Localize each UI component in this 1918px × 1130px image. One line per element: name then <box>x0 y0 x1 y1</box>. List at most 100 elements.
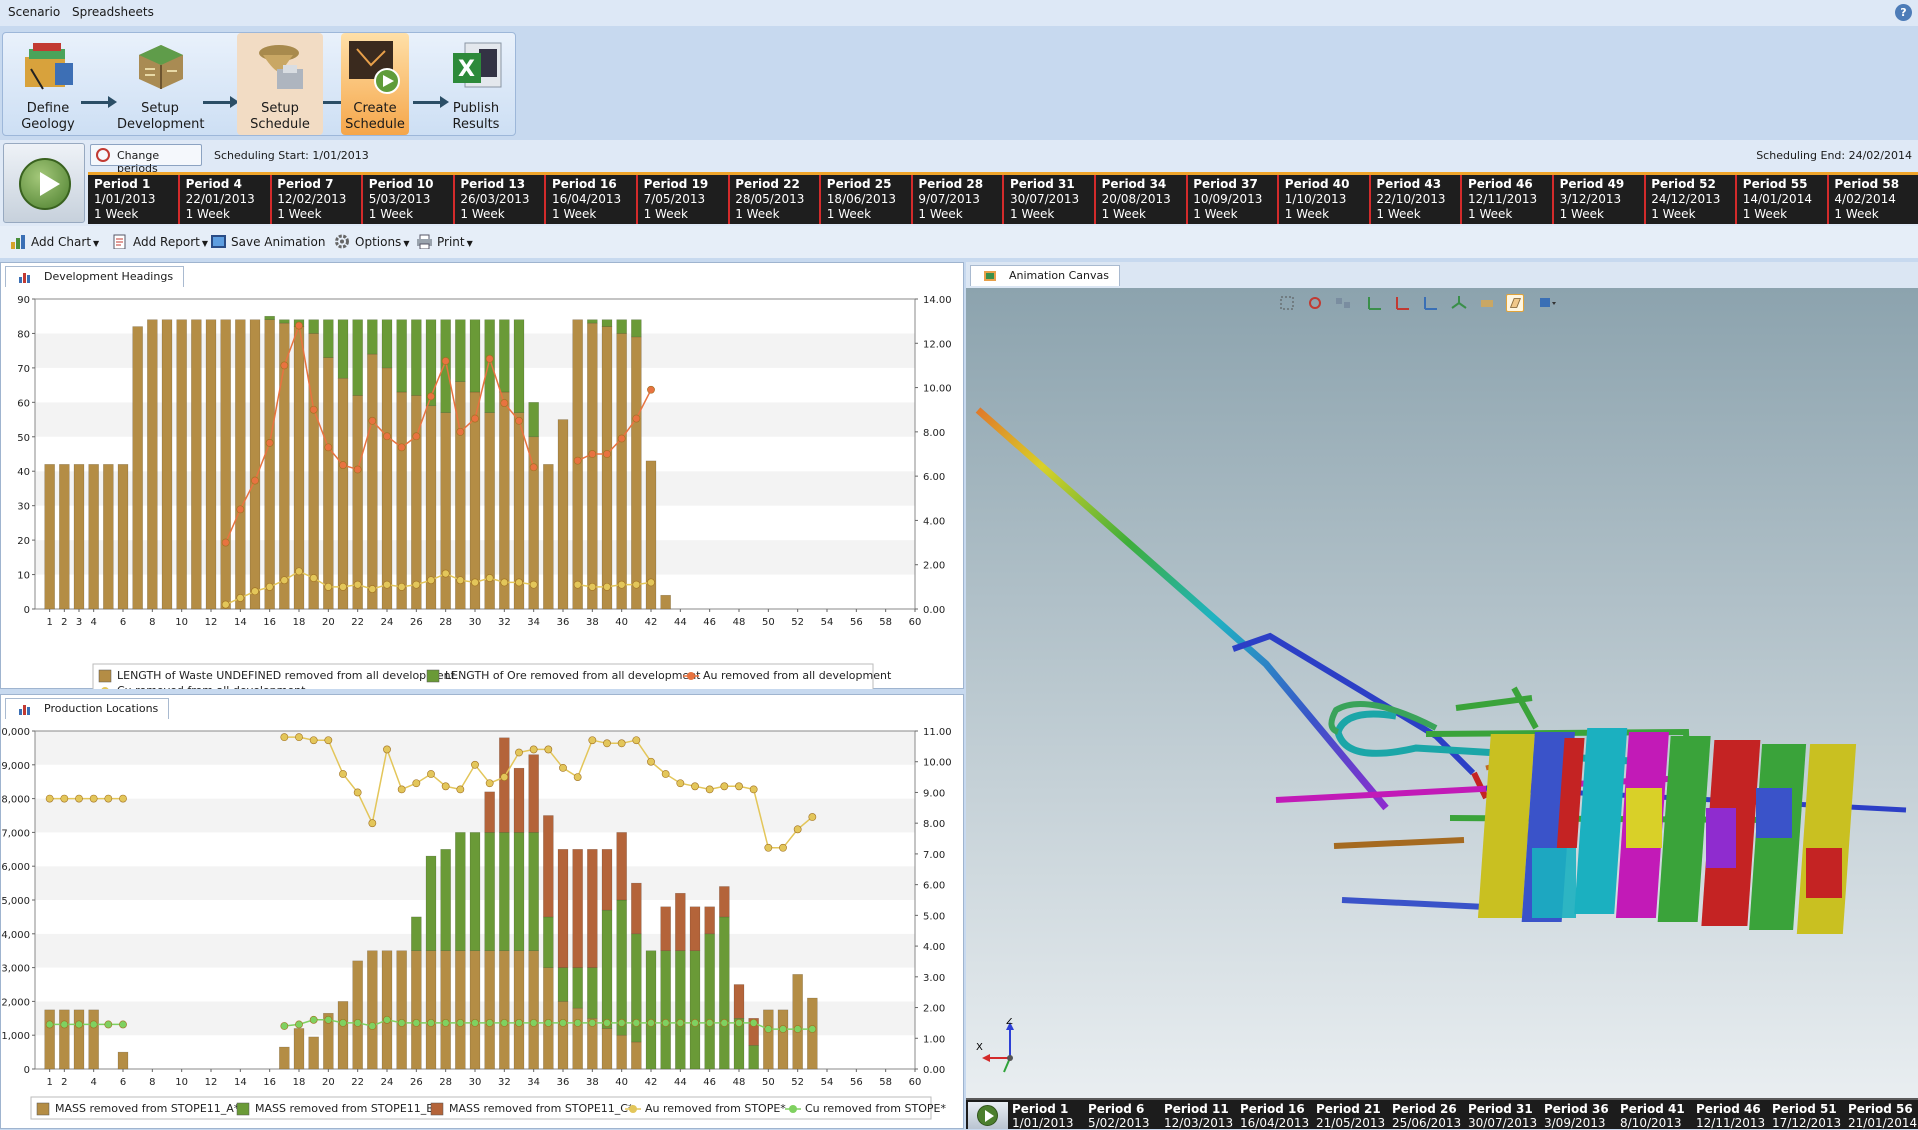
save-animation-button[interactable]: Save Animation <box>210 234 325 249</box>
period-item[interactable]: Period 7 12/02/2013 1 Week <box>271 175 364 224</box>
timeline-period[interactable]: Period 26 25/06/2013 <box>1392 1102 1468 1130</box>
data-point <box>793 825 802 834</box>
animation-play-button[interactable] <box>968 1102 1008 1129</box>
print-button[interactable]: Print ▼ <box>416 234 473 249</box>
timeline-period[interactable]: Period 56 21/01/2014 <box>1848 1102 1918 1130</box>
solid-view-icon[interactable] <box>1478 294 1496 312</box>
bar <box>440 319 451 413</box>
tab-development-headings[interactable]: Development Headings <box>5 266 185 287</box>
data-point <box>383 1015 391 1024</box>
zoom-extents-icon[interactable] <box>1278 294 1296 312</box>
tab-animation-canvas[interactable]: Animation Canvas <box>970 265 1120 286</box>
timeline-period[interactable]: Period 1 1/01/2013 <box>1012 1102 1088 1130</box>
step-setup-development[interactable]: Setup Development <box>117 33 205 135</box>
step-label-2: Geology <box>21 117 75 132</box>
bar <box>484 791 495 833</box>
timeline-date: 12/11/2013 <box>1696 1116 1766 1130</box>
timeline-date: 5/02/2013 <box>1088 1116 1150 1130</box>
timeline-period[interactable]: Period 11 12/03/2013 <box>1164 1102 1240 1130</box>
timeline-period[interactable]: Period 31 30/07/2013 <box>1468 1102 1544 1130</box>
step-setup-schedule[interactable]: Setup Schedule <box>237 33 323 135</box>
data-point <box>75 1020 83 1029</box>
period-item[interactable]: Period 25 18/06/2013 1 Week <box>821 175 913 224</box>
period-item[interactable]: Period 1 1/01/2013 1 Week <box>88 175 180 224</box>
timeline-period[interactable]: Period 36 3/09/2013 <box>1544 1102 1620 1130</box>
3d-viewport[interactable]: Z X <box>966 288 1918 1098</box>
add-chart-button[interactable]: Add Chart ▼ <box>10 234 99 249</box>
wireframe-view-icon[interactable] <box>1506 294 1524 312</box>
period-item[interactable]: Period 55 14/01/2014 1 Week <box>1737 175 1829 224</box>
data-point <box>89 794 98 803</box>
timeline-period[interactable]: Period 51 17/12/2013 <box>1772 1102 1848 1130</box>
period-name: Period 22 <box>735 177 800 191</box>
period-item[interactable]: Period 58 4/02/2014 1 Week <box>1828 175 1918 224</box>
step-create-schedule[interactable]: Create Schedule <box>341 33 409 135</box>
period-dur: 1 Week <box>1010 207 1055 221</box>
production-locations-chart: 0 1,000 2,000 3,000 4,000 5,000 6,000 7,000 8,00… <box>1 727 952 1120</box>
period-date: 10/09/2013 <box>1193 192 1263 206</box>
tab-production-locations[interactable]: Production Locations <box>5 698 170 719</box>
data-point <box>441 569 450 578</box>
change-periods-button[interactable]: Change periods <box>90 144 202 175</box>
period-date: 12/11/2013 <box>1468 192 1538 206</box>
x-tick-label: 36 <box>557 1077 570 1088</box>
period-dur: 1 Week <box>735 207 780 221</box>
save-animation-label: Save Animation <box>231 235 326 249</box>
timeline-period[interactable]: Period 46 12/11/2013 <box>1696 1102 1772 1130</box>
data-point <box>676 779 685 788</box>
rotate-icon[interactable] <box>1306 294 1324 312</box>
options-button[interactable]: Options ▼ <box>334 234 409 249</box>
period-item[interactable]: Period 4 22/01/2013 1 Week <box>180 175 272 224</box>
add-report-button[interactable]: Add Report ▼ <box>112 234 208 249</box>
x-tick-label: 10 <box>175 617 188 628</box>
view-iso-icon[interactable] <box>1450 294 1468 312</box>
period-item[interactable]: Period 13 26/03/2013 1 Week <box>454 175 547 224</box>
animation-timeline[interactable]: Period 1 1/01/2013 Period 6 5/02/2013 Period… <box>966 1098 1918 1130</box>
bar <box>748 1045 759 1070</box>
tab-label: Production Locations <box>44 702 159 715</box>
bar <box>557 419 569 610</box>
data-point <box>485 779 494 788</box>
period-strip[interactable]: Period 1 1/01/2013 1 Week Period 4 22/01/201… <box>88 172 1918 224</box>
menu-scenario[interactable]: Scenario <box>8 5 60 19</box>
view-top-icon[interactable] <box>1422 294 1440 312</box>
timeline-period[interactable]: Period 16 16/04/2013 <box>1240 1102 1316 1130</box>
period-item[interactable]: Period 34 20/08/2013 1 Week <box>1096 175 1188 224</box>
period-item[interactable]: Period 46 12/11/2013 1 Week <box>1462 175 1554 224</box>
period-item[interactable]: Period 16 16/04/2013 1 Week <box>546 175 638 224</box>
bar <box>279 319 290 324</box>
step-label-1: Define <box>26 101 70 116</box>
data-point <box>529 580 538 589</box>
data-point <box>647 385 655 394</box>
x-tick-label: 10 <box>175 1077 188 1088</box>
view-side-icon[interactable] <box>1394 294 1412 312</box>
timeline-period[interactable]: Period 41 8/10/2013 <box>1620 1102 1696 1130</box>
period-item[interactable]: Period 10 5/03/2013 1 Week <box>363 175 455 224</box>
display-options-icon[interactable] <box>1538 294 1556 312</box>
help-icon[interactable]: ? <box>1895 4 1912 21</box>
x-tick-label: 54 <box>821 617 834 628</box>
timeline-period[interactable]: Period 21 21/05/2013 <box>1316 1102 1392 1130</box>
play-button[interactable] <box>3 143 85 223</box>
view-front-icon[interactable] <box>1366 294 1384 312</box>
period-item[interactable]: Period 19 7/05/2013 1 Week <box>638 175 730 224</box>
y-tick-label: 30 <box>17 502 30 513</box>
y2-tick-label: 6.00 <box>923 881 945 892</box>
period-item[interactable]: Period 28 9/07/2013 1 Week <box>912 175 1005 224</box>
period-item[interactable]: Period 40 1/10/2013 1 Week <box>1279 175 1371 224</box>
step-define-geology[interactable]: Define Geology <box>5 33 91 135</box>
menu-spreadsheets[interactable]: Spreadsheets <box>72 5 154 19</box>
data-point <box>412 580 421 589</box>
period-item[interactable]: Period 31 30/07/2013 1 Week <box>1004 175 1096 224</box>
y2-tick-label: 10.00 <box>923 384 952 395</box>
timeline-period[interactable]: Period 6 5/02/2013 <box>1088 1102 1164 1130</box>
step-publish-results[interactable]: X Publish Results <box>433 33 519 135</box>
period-item[interactable]: Period 49 3/12/2013 1 Week <box>1554 175 1646 224</box>
y2-tick-label: 4.00 <box>923 516 945 527</box>
period-item[interactable]: Period 52 24/12/2013 1 Week <box>1645 175 1738 224</box>
period-item[interactable]: Period 43 22/10/2013 1 Week <box>1370 175 1463 224</box>
period-item[interactable]: Period 22 28/05/2013 1 Week <box>729 175 822 224</box>
period-item[interactable]: Period 37 10/09/2013 1 Week <box>1187 175 1280 224</box>
view-blocks-icon[interactable] <box>1334 294 1352 312</box>
period-date: 28/05/2013 <box>735 192 805 206</box>
